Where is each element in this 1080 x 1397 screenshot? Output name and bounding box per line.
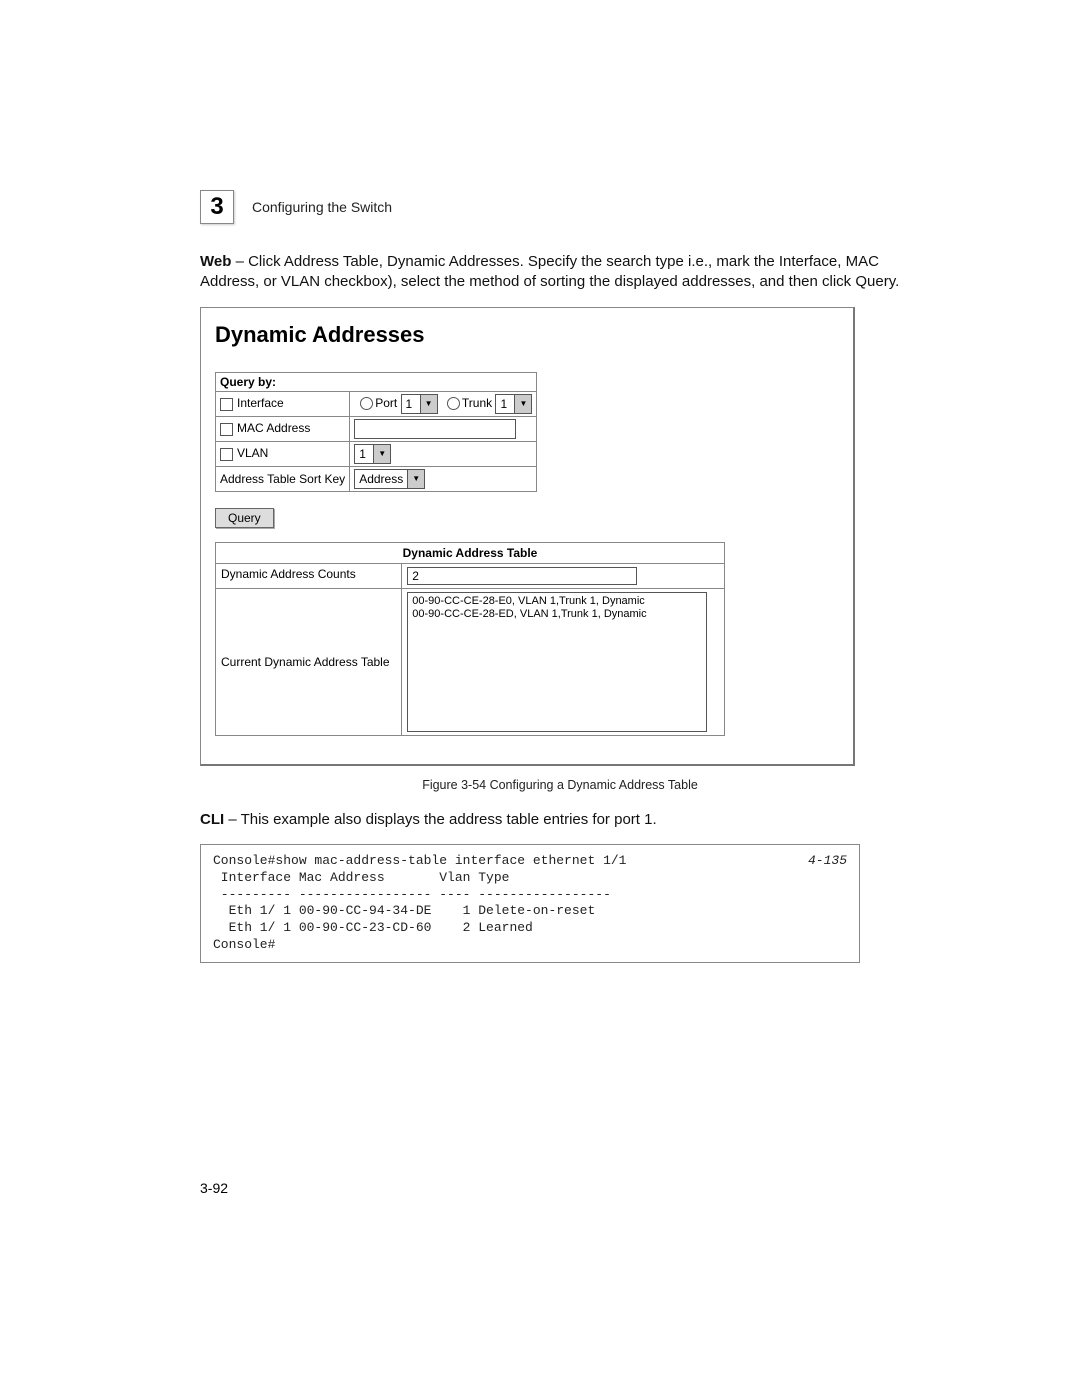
- cli-text: – This example also displays the address…: [224, 811, 656, 828]
- sortkey-label: Address Table Sort Key: [216, 466, 350, 491]
- dat-counts-cell: 2: [402, 563, 725, 588]
- cli-line: Eth 1/ 1 00-90-CC-94-34-DE 1 Delete-on-r…: [213, 903, 595, 918]
- cli-page-ref: 4-135: [808, 853, 847, 870]
- mac-row-controls: [350, 416, 537, 441]
- chevron-down-icon: ▼: [407, 470, 424, 488]
- query-button[interactable]: Query: [215, 508, 274, 528]
- chevron-down-icon: ▼: [420, 395, 437, 413]
- interface-label: Interface: [237, 396, 284, 410]
- mac-input[interactable]: [354, 419, 516, 439]
- mac-label: MAC Address: [237, 421, 310, 435]
- sortkey-dropdown[interactable]: Address▼: [354, 469, 425, 489]
- page-number: 3-92: [200, 1180, 228, 1196]
- screenshot-frame: Dynamic Addresses Query by: Interface Po…: [200, 307, 855, 766]
- intro-paragraph: Web – Click Address Table, Dynamic Addre…: [200, 252, 920, 293]
- sortkey-controls: Address▼: [350, 466, 537, 491]
- dynamic-address-table: Dynamic Address Table Dynamic Address Co…: [215, 542, 725, 736]
- vlan-row-controls: 1▼: [350, 441, 537, 466]
- query-table: Query by: Interface Port 1▼ Trunk 1▼ MAC…: [215, 372, 537, 492]
- dat-current-label: Current Dynamic Address Table: [216, 588, 402, 735]
- trunk-dropdown[interactable]: 1▼: [495, 394, 532, 414]
- cli-paragraph: CLI – This example also displays the add…: [200, 810, 920, 830]
- header-title: Configuring the Switch: [252, 199, 392, 215]
- mac-row-label-cell: MAC Address: [216, 416, 350, 441]
- dat-counts-value: 2: [407, 567, 637, 585]
- trunk-radio[interactable]: [447, 397, 460, 410]
- dat-counts-label: Dynamic Address Counts: [216, 563, 402, 588]
- cli-line: Eth 1/ 1 00-90-CC-23-CD-60 2 Learned: [213, 920, 533, 935]
- cli-bold: CLI: [200, 811, 224, 828]
- intro-text: – Click Address Table, Dynamic Addresses…: [200, 253, 899, 290]
- mac-checkbox[interactable]: [220, 423, 233, 436]
- dat-current-cell: 00-90-CC-CE-28-E0, VLAN 1,Trunk 1, Dynam…: [402, 588, 725, 735]
- query-header: Query by:: [216, 372, 537, 391]
- port-label: Port: [375, 396, 397, 410]
- list-item[interactable]: 00-90-CC-CE-28-E0, VLAN 1,Trunk 1, Dynam…: [412, 595, 702, 609]
- dat-listbox[interactable]: 00-90-CC-CE-28-E0, VLAN 1,Trunk 1, Dynam…: [407, 592, 707, 732]
- chapter-badge: 3: [200, 190, 234, 224]
- port-radio[interactable]: [360, 397, 373, 410]
- cli-line: Console#show mac-address-table interface…: [213, 853, 626, 868]
- cli-line: Interface Mac Address Vlan Type: [213, 870, 509, 885]
- vlan-row-label-cell: VLAN: [216, 441, 350, 466]
- cli-line: --------- ----------------- ---- -------…: [213, 887, 611, 902]
- chevron-down-icon: ▼: [514, 395, 531, 413]
- cli-line: Console#: [213, 937, 275, 952]
- list-item[interactable]: 00-90-CC-CE-28-ED, VLAN 1,Trunk 1, Dynam…: [412, 608, 702, 622]
- vlan-label: VLAN: [237, 446, 268, 460]
- cli-output: Console#show mac-address-table interface…: [200, 844, 860, 963]
- vlan-dropdown[interactable]: 1▼: [354, 444, 391, 464]
- interface-row-controls: Port 1▼ Trunk 1▼: [350, 391, 537, 416]
- screenshot-title: Dynamic Addresses: [215, 322, 839, 348]
- vlan-checkbox[interactable]: [220, 448, 233, 461]
- intro-bold: Web: [200, 253, 231, 270]
- figure-caption: Figure 3-54 Configuring a Dynamic Addres…: [200, 778, 920, 792]
- interface-row-label-cell: Interface: [216, 391, 350, 416]
- port-dropdown[interactable]: 1▼: [401, 394, 438, 414]
- trunk-label: Trunk: [462, 396, 492, 410]
- interface-checkbox[interactable]: [220, 398, 233, 411]
- dat-header: Dynamic Address Table: [216, 542, 725, 563]
- page-header: 3 Configuring the Switch: [200, 190, 920, 224]
- chevron-down-icon: ▼: [373, 445, 390, 463]
- page-content: 3 Configuring the Switch Web – Click Add…: [200, 190, 920, 963]
